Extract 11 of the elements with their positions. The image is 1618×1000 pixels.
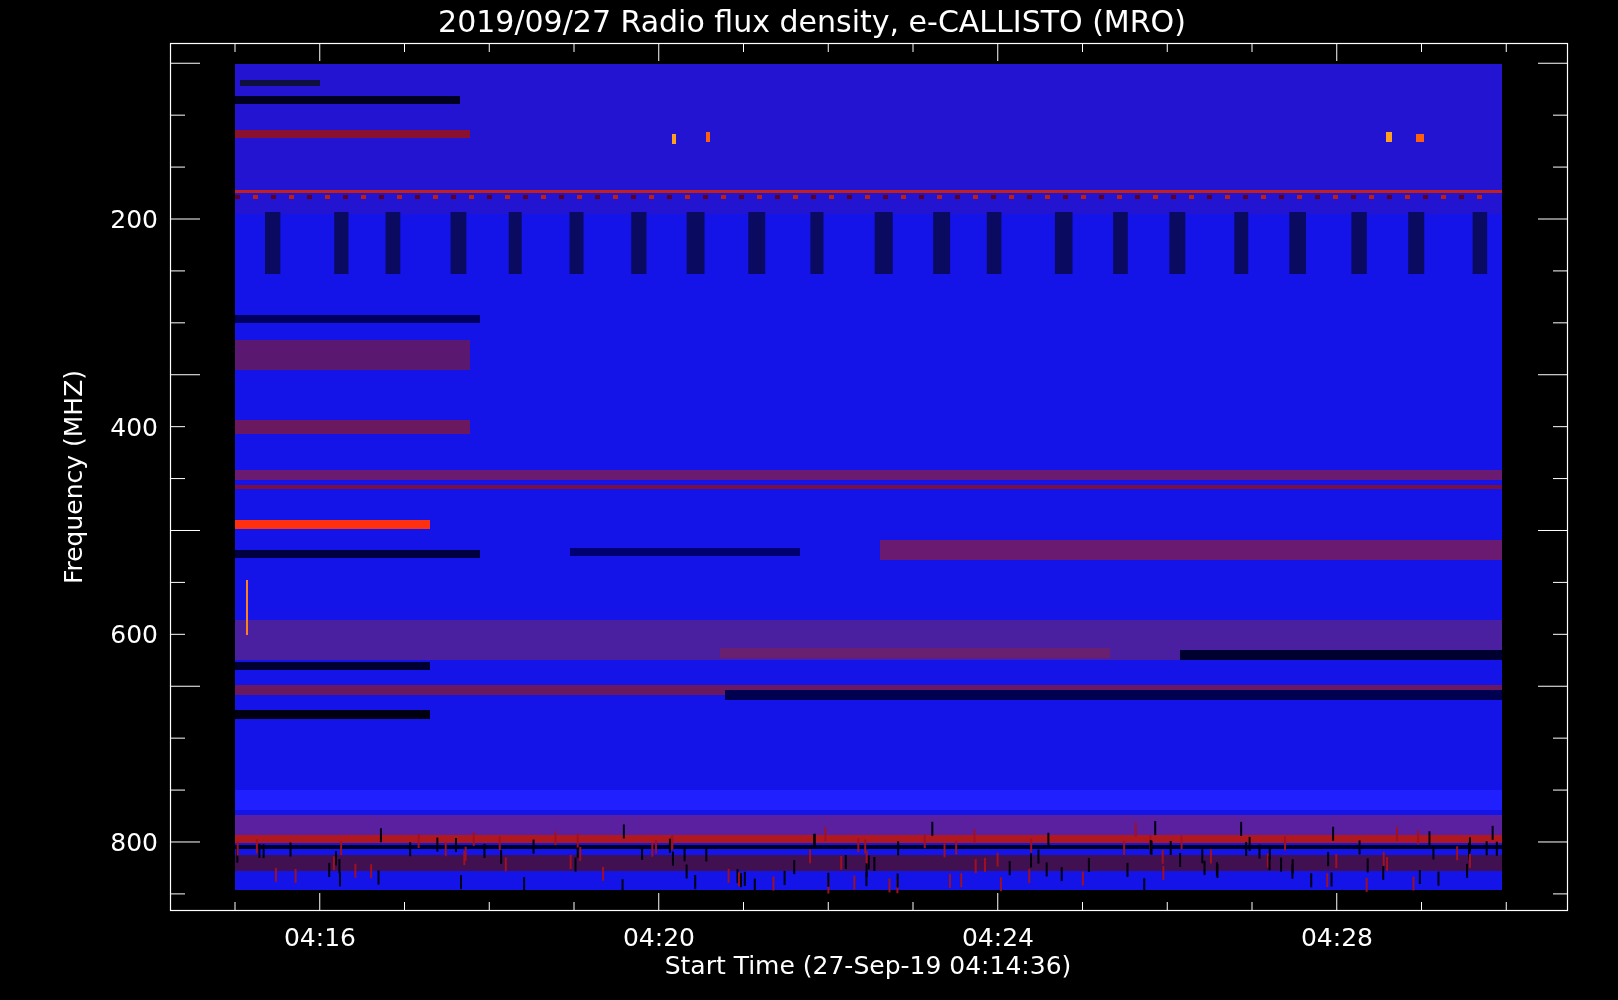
x-tick-label: 04:20 bbox=[623, 923, 695, 952]
x-tick-label: 04:28 bbox=[1301, 923, 1373, 952]
y-tick-label: 800 bbox=[110, 828, 158, 858]
x-axis-label: Start Time (27-Sep-19 04:14:36) bbox=[664, 951, 1072, 980]
x-tick-label: 04:24 bbox=[962, 923, 1034, 952]
y-axis-label: Frequency (MHZ) bbox=[59, 369, 88, 585]
y-tick-label: 200 bbox=[110, 205, 158, 234]
x-tick-label: 04:16 bbox=[284, 923, 356, 952]
y-tick-label: 400 bbox=[110, 412, 158, 442]
chart-title: 2019/09/27 Radio flux density, e-CALLISTO (MRO) bbox=[438, 4, 1186, 39]
y-tick-label: 600 bbox=[110, 620, 158, 650]
